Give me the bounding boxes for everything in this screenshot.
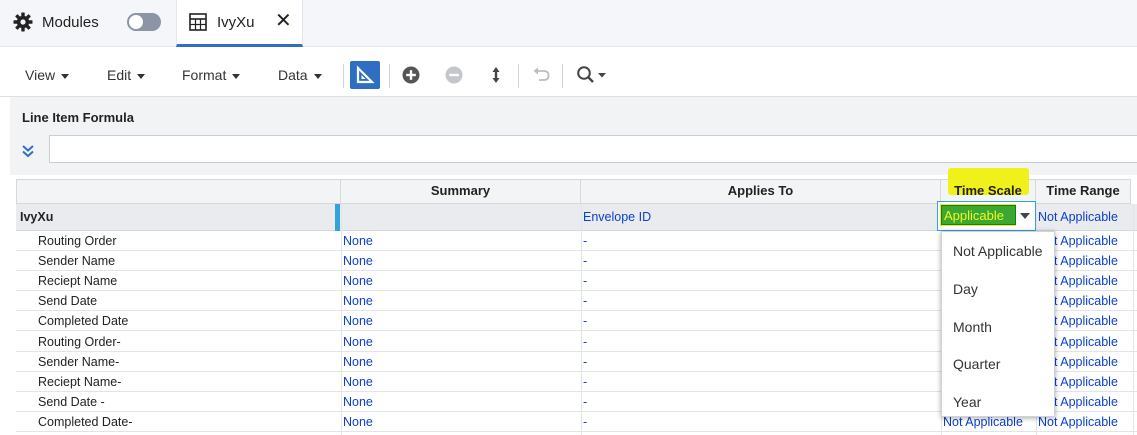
row-name: Completed Date- (38, 414, 133, 429)
time-scale-dropdown-list: Not Applicable Day Month Quarter Year (941, 231, 1055, 417)
row-name: Reciept Name (38, 274, 118, 289)
menu-data[interactable]: Data (278, 67, 322, 83)
menu-format-label: Format (182, 67, 227, 83)
tab-ivyxu-label: IvyXu (217, 14, 255, 31)
row-applies-to[interactable]: - (583, 335, 587, 349)
toolbar-divider (518, 64, 519, 88)
row-name: Completed Date (38, 314, 129, 329)
search-icon[interactable] (576, 65, 610, 85)
menu-view-label: View (25, 67, 56, 83)
expand-chevron-icon[interactable] (21, 144, 35, 158)
row-summary[interactable]: None (343, 415, 373, 429)
set-square-icon (356, 65, 375, 84)
row-name: Routing Order- (38, 334, 121, 349)
row-summary[interactable]: None (343, 355, 373, 369)
remove-icon[interactable] (444, 65, 464, 85)
row-name: Reciept Name- (38, 374, 122, 389)
row-summary[interactable]: None (343, 294, 373, 308)
menu-view[interactable]: View (25, 67, 70, 83)
tab-ivyxu[interactable]: IvyXu ✕ (176, 0, 303, 47)
grid-icon (189, 13, 207, 31)
select-value-box: Applicable (941, 205, 1016, 225)
row-name: Send Date - (38, 394, 105, 409)
tab-modules-label: Modules (42, 14, 99, 31)
option-year[interactable]: Year (953, 394, 981, 410)
row-applies-to[interactable]: - (583, 274, 587, 288)
row-applies-to[interactable]: - (583, 254, 587, 268)
row-name: Sender Name (38, 254, 116, 269)
toggle-knob (129, 15, 143, 29)
tab-bar: Modules IvyXu ✕ (0, 0, 1137, 47)
row-summary[interactable]: None (343, 274, 373, 288)
menu-edit[interactable]: Edit (107, 67, 146, 83)
selection-marker (335, 204, 340, 231)
menu-data-label: Data (278, 67, 308, 83)
menu-format[interactable]: Format (182, 67, 241, 83)
row-applies-to[interactable]: - (583, 415, 587, 429)
module-applies-to[interactable]: Envelope ID (583, 210, 651, 224)
row-summary[interactable]: None (343, 335, 373, 349)
row-summary[interactable]: None (343, 254, 373, 268)
chevron-down-icon (137, 73, 146, 79)
formula-input[interactable] (49, 135, 1137, 163)
row-summary[interactable]: None (343, 375, 373, 389)
module-time-range[interactable]: Not Applicable (1038, 210, 1137, 224)
close-icon[interactable]: ✕ (275, 11, 292, 31)
toolbar-divider (343, 64, 344, 88)
select-value: Applicable (944, 208, 1004, 223)
header-summary[interactable]: Summary (341, 179, 581, 204)
row-applies-to[interactable]: - (583, 294, 587, 308)
chevron-down-icon (232, 73, 241, 79)
tab-modules[interactable]: Modules (0, 0, 172, 46)
chevron-down-icon (61, 73, 70, 79)
formula-title: Line Item Formula (22, 110, 134, 125)
option-month[interactable]: Month (953, 319, 992, 335)
row-applies-to[interactable]: - (583, 395, 587, 409)
module-name: IvyXu (20, 210, 54, 224)
time-scale-select[interactable]: Applicable (937, 201, 1036, 231)
formula-panel: Line Item Formula (10, 97, 1137, 175)
blueprint-button[interactable] (350, 61, 380, 89)
modules-toggle[interactable] (127, 13, 161, 31)
row-applies-to[interactable]: - (583, 234, 587, 248)
option-quarter[interactable]: Quarter (953, 356, 1000, 372)
row-applies-to[interactable]: - (583, 355, 587, 369)
dropdown-caret-icon[interactable] (1019, 211, 1031, 221)
row-name: Send Date (38, 294, 98, 309)
add-icon[interactable] (401, 65, 421, 85)
menu-edit-label: Edit (107, 67, 132, 83)
row-summary[interactable]: None (343, 314, 373, 328)
option-day[interactable]: Day (953, 281, 978, 297)
row-name: Routing Order (38, 234, 117, 248)
header-applies-to[interactable]: Applies To (581, 179, 941, 204)
gear-icon (13, 12, 33, 32)
toolbar: View Edit Format Data (0, 47, 1137, 97)
chevron-down-icon (313, 73, 322, 79)
header-time-range[interactable]: Time Range (1036, 179, 1131, 204)
header-corner (16, 179, 341, 204)
header-time-scale-label: Time Scale (954, 183, 1022, 198)
row-summary[interactable]: None (343, 234, 373, 248)
row-applies-to[interactable]: - (583, 375, 587, 389)
option-not-applicable[interactable]: Not Applicable (953, 243, 1043, 259)
undo-icon[interactable] (531, 65, 551, 85)
move-vertical-icon[interactable] (486, 65, 506, 85)
row-applies-to[interactable]: - (583, 314, 587, 328)
toolbar-divider (562, 64, 563, 88)
row-name: Sender Name- (38, 354, 120, 369)
row-summary[interactable]: None (343, 395, 373, 409)
toolbar-divider (389, 64, 390, 88)
